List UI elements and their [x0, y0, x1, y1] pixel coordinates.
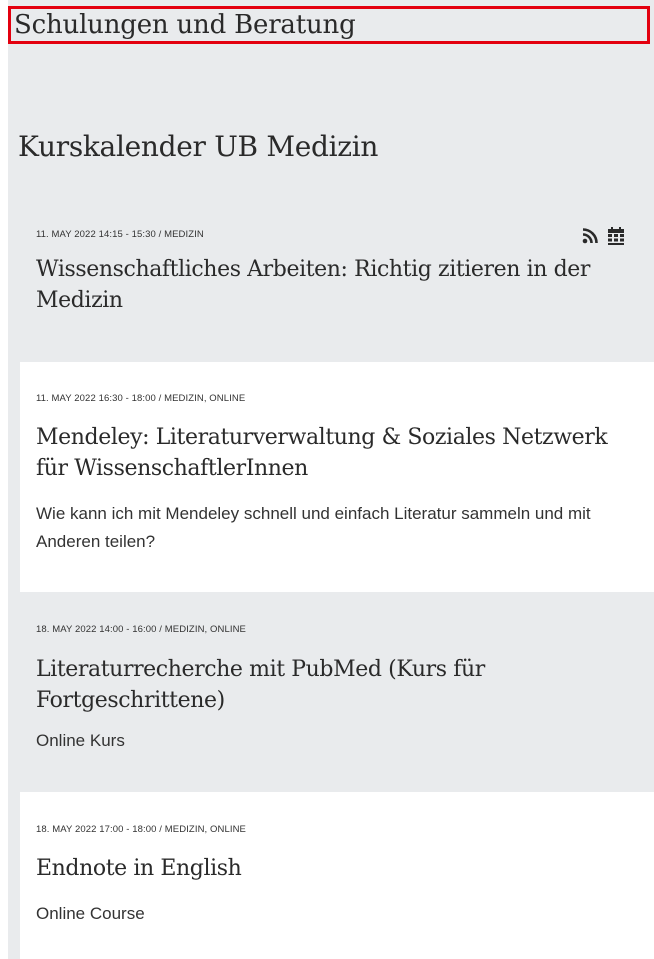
- event-title-link[interactable]: Endnote in English: [36, 853, 626, 884]
- event-date-meta: 18. MAY 2022 17:00 - 18:00 / MEDIZIN, ON…: [36, 824, 246, 835]
- event-date-meta: 11. MAY 2022 16:30 - 18:00 / MEDIZIN, ON…: [36, 393, 246, 404]
- event-item[interactable]: 18. MAY 2022 14:00 - 16:00 / MEDIZIN, ON…: [20, 594, 654, 790]
- event-date-meta: 11. MAY 2022 14:15 - 15:30 / MEDIZIN: [36, 229, 204, 240]
- event-description: Online Course: [36, 904, 145, 923]
- rss-feed-icon[interactable]: [580, 226, 600, 246]
- event-title-link[interactable]: Literaturrecherche mit PubMed (Kurs für …: [36, 654, 626, 716]
- event-title-link[interactable]: Mendeley: Literaturverwaltung & Soziales…: [36, 422, 626, 484]
- event-description: Online Kurs: [36, 731, 125, 750]
- section-header[interactable]: Schulungen und Beratung: [8, 6, 650, 44]
- calendar-icon[interactable]: [606, 226, 626, 246]
- event-item[interactable]: 18. MAY 2022 17:00 - 18:00 / MEDIZIN, ON…: [20, 792, 654, 959]
- event-title-link[interactable]: Wissenschaftliches Arbeiten: Richtig zit…: [36, 254, 626, 316]
- calendar-title: Kurskalender UB Medizin: [18, 130, 379, 163]
- event-item[interactable]: 11. MAY 2022 16:30 - 18:00 / MEDIZIN, ON…: [20, 362, 654, 592]
- page-panel: Schulungen und Beratung Kurskalender UB …: [8, 0, 654, 959]
- event-description: Wie kann ich mit Mendeley schnell und ei…: [36, 504, 591, 551]
- event-item[interactable]: 11. MAY 2022 14:15 - 15:30 / MEDIZIN Wis…: [20, 198, 654, 358]
- section-title[interactable]: Schulungen und Beratung: [14, 10, 356, 40]
- event-date-meta: 18. MAY 2022 14:00 - 16:00 / MEDIZIN, ON…: [36, 624, 246, 635]
- calendar-actions: [580, 224, 626, 248]
